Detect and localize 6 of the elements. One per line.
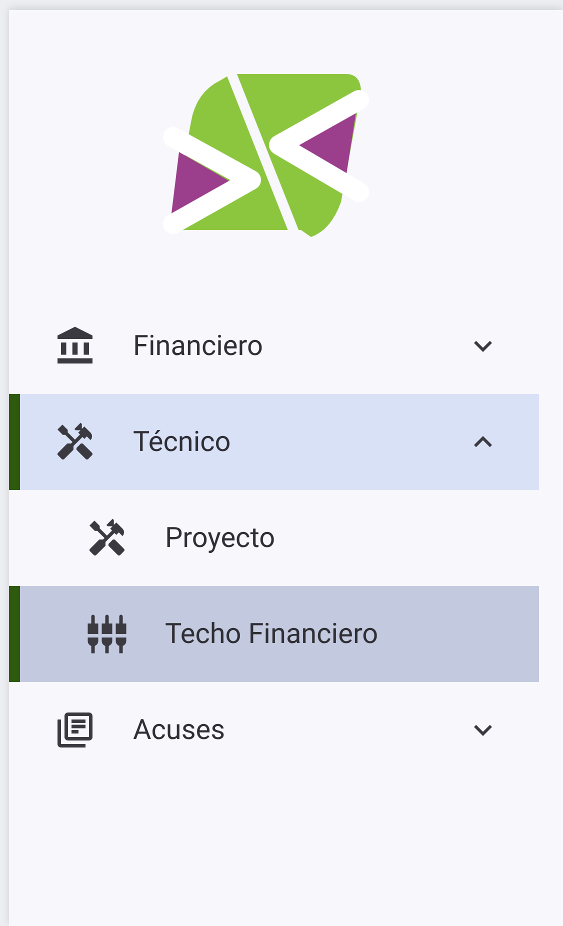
menu-item[interactable]: Técnico	[9, 394, 539, 490]
menu-item[interactable]: Acuses	[9, 682, 539, 778]
plugs-icon	[86, 613, 128, 655]
menu-item[interactable]: Proyecto	[9, 490, 539, 586]
menu-item[interactable]: Financiero	[9, 298, 539, 394]
menu-item[interactable]: Techo Financiero	[9, 586, 539, 682]
